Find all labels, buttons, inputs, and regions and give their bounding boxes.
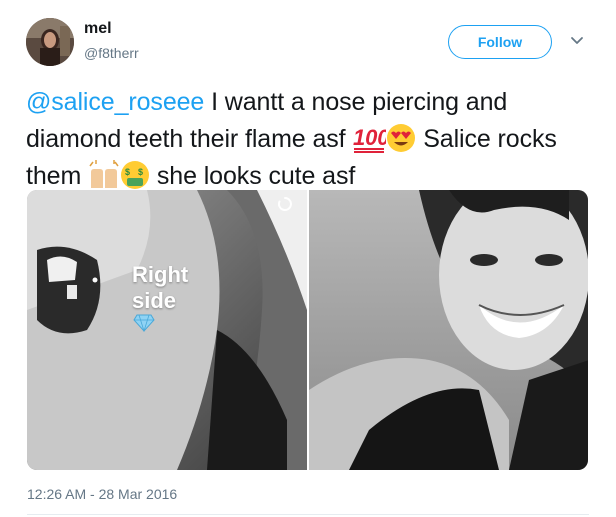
svg-text:100: 100 [353, 125, 386, 150]
raising-hands-emoji [89, 160, 119, 188]
chevron-down-icon[interactable] [570, 36, 584, 46]
photo-right-image [308, 190, 588, 470]
author-name[interactable]: mel [84, 20, 112, 38]
tweet-card: mel @f8therr Follow @salice_roseee I wan… [0, 0, 616, 517]
hundred-points-emoji: 100 [353, 125, 386, 153]
svg-text:$: $ [125, 167, 130, 177]
divider [27, 514, 589, 515]
timestamp[interactable]: 12:26 AM - 28 Mar 2016 [27, 486, 177, 502]
svg-text:$: $ [138, 167, 143, 177]
heart-eyes-emoji [387, 124, 416, 152]
overlay-line-2: side [132, 288, 188, 332]
loading-spinner-icon [277, 197, 292, 211]
mention-link[interactable]: @salice_roseee [26, 88, 204, 116]
author-handle[interactable]: @f8therr [84, 45, 139, 61]
avatar-image [26, 18, 74, 66]
media-photo-right[interactable] [308, 190, 588, 470]
media-photo-left[interactable]: Right side [27, 190, 307, 470]
tweet-text-part3: she looks cute asf [150, 162, 356, 190]
money-mouth-emoji: $ $ [121, 161, 150, 189]
overlay-caption: Right side [132, 262, 188, 332]
gem-icon [133, 314, 155, 332]
media-grid: Right side [27, 190, 588, 470]
overlay-line-1: Right [132, 262, 189, 287]
overlay-line-2-text: side [132, 288, 177, 313]
tweet-text: @salice_roseee I wantt a nose piercing a… [26, 84, 596, 195]
follow-button[interactable]: Follow [448, 25, 552, 59]
avatar[interactable] [26, 18, 74, 66]
